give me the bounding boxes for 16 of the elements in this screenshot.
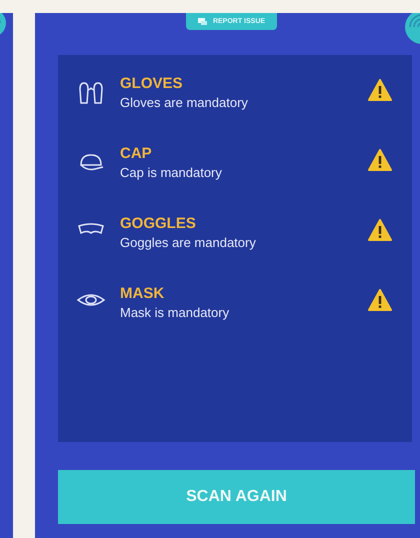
item-title: GLOVES: [120, 75, 184, 92]
gloves-icon: [77, 81, 105, 105]
item-title: MASK: [120, 285, 166, 302]
warning-icon: [368, 289, 392, 311]
warning-icon: [368, 219, 392, 241]
scan-again-button[interactable]: SCAN AGAIN: [58, 470, 415, 524]
item-title: CAP: [120, 145, 153, 162]
item-message: Cap is mandatory: [120, 165, 223, 180]
chat-icon: [198, 18, 207, 26]
warning-icon: [368, 79, 392, 101]
warning-icon: [368, 149, 392, 171]
item-message: Gloves are mandatory: [120, 95, 249, 110]
item-message: Mask is mandatory: [120, 305, 230, 320]
item-message: Goggles are mandatory: [120, 235, 257, 250]
item-title: GOGGLES: [120, 215, 197, 232]
goggles-icon: [77, 221, 105, 237]
